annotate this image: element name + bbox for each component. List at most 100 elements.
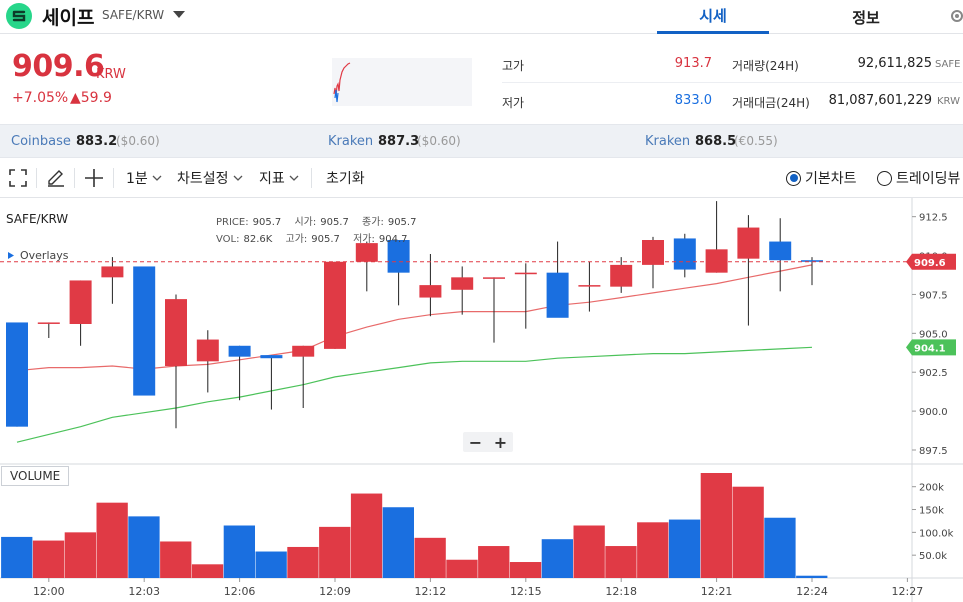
candle-body: [419, 285, 442, 298]
exchange-name[interactable]: Coinbase: [11, 134, 71, 149]
candle-body: [228, 345, 251, 357]
legend-vol: 82.6K: [243, 234, 273, 245]
gear-icon[interactable]: [947, 5, 963, 27]
time-tick-label: 12:18: [605, 585, 637, 598]
tradingview-radio[interactable]: 트레이딩뷰: [877, 168, 960, 188]
chart-settings-label: 차트설정: [177, 171, 229, 187]
volume-bar: [541, 539, 573, 578]
time-tick-label: 12:00: [33, 585, 65, 598]
legend-high: 905.7: [311, 234, 340, 245]
volume-tick-label: 100.0k: [919, 528, 954, 539]
candle-body: [578, 285, 601, 287]
sparkline-chart: [332, 58, 472, 106]
volume-24h-value: 92,611,825: [857, 56, 932, 71]
volume-bar: [478, 546, 510, 578]
price-tick-label: 900.0: [919, 407, 948, 418]
price-chart[interactable]: 912.5910.0907.5905.0902.5900.0897.5200k1…: [0, 198, 963, 602]
volume-bar: [668, 519, 701, 578]
change-percent: +7.05%: [12, 90, 69, 106]
volume-bar: [382, 507, 414, 578]
time-tick-label: 12:21: [701, 585, 733, 598]
volume-tick-label: 200k: [919, 483, 944, 494]
legend-open-label: 시가:: [294, 217, 317, 228]
legend-pair: SAFE/KRW: [6, 212, 69, 226]
overlays-label: Overlays: [20, 249, 69, 262]
candle-body: [292, 345, 315, 357]
low-value: 833.0: [674, 93, 712, 108]
legend-low-label: 저가:: [353, 234, 375, 245]
exchange-price: 887.3: [378, 134, 420, 149]
volume-tick-label: 50.0k: [919, 551, 947, 562]
volume-bar: [637, 522, 669, 578]
volume-bar: [700, 473, 732, 578]
tab-market[interactable]: 시세: [657, 0, 769, 34]
zoom-in-button[interactable]: +: [488, 432, 513, 452]
toolbar-divider: [36, 168, 37, 188]
volume-bar: [128, 516, 160, 578]
exchange-diff: ($0.60): [417, 134, 461, 148]
crosshair-icon[interactable]: [83, 167, 105, 189]
volume-bar: [350, 493, 383, 578]
candle-body: [260, 355, 283, 359]
candle-body: [101, 266, 124, 278]
legend-low: 904.7: [378, 234, 408, 245]
legend-price: 905.7: [252, 217, 282, 228]
candle-body: [514, 272, 537, 275]
tab-info[interactable]: 정보: [810, 0, 922, 34]
volume-bar: [32, 540, 65, 578]
candle-body: [451, 277, 474, 290]
exchange-diff: ($0.60): [116, 134, 160, 148]
interval-label: 1분: [126, 171, 148, 187]
volume-tick-label: 150k: [919, 506, 944, 517]
indicators-dropdown[interactable]: 지표: [259, 168, 299, 188]
exchange-name[interactable]: Kraken: [645, 134, 690, 149]
low-label: 저가: [502, 96, 525, 110]
change-amount: ▲59.9: [70, 90, 112, 106]
volume-bar: [414, 537, 446, 578]
volume-bar: [255, 551, 287, 578]
pencil-icon[interactable]: [45, 167, 67, 189]
legend-open: 905.7: [320, 217, 349, 228]
candle-body: [324, 261, 346, 349]
interval-dropdown[interactable]: 1분: [126, 168, 162, 188]
radio-unselected-icon: [877, 170, 892, 186]
exchange-price: 868.5: [695, 134, 737, 149]
volume-bar: [287, 546, 319, 578]
price-tick-label: 905.0: [919, 329, 948, 340]
overlays-toggle[interactable]: Overlays: [7, 249, 69, 262]
legend-high-label: 고가:: [285, 234, 308, 245]
volume-bar: [732, 486, 764, 578]
value-24h-unit: KRW: [937, 96, 960, 107]
volume-bar: [605, 546, 637, 578]
volume-bar: [573, 525, 605, 578]
zoom-out-button[interactable]: −: [463, 432, 488, 452]
pair-dropdown-icon[interactable]: [172, 10, 186, 20]
volume-bar: [191, 564, 224, 578]
candle-body: [610, 264, 633, 287]
exchange-name[interactable]: Kraken: [328, 134, 373, 149]
volume-bar: [796, 575, 828, 578]
fullscreen-icon[interactable]: [7, 167, 29, 189]
candle-body: [705, 249, 728, 273]
candle-body: [69, 280, 92, 324]
ma-slow-label: 904.1: [914, 343, 946, 354]
chart-settings-dropdown[interactable]: 차트설정: [177, 168, 243, 188]
coin-name: 세이프: [42, 7, 95, 29]
price-tick-label: 907.5: [919, 290, 948, 301]
price-tick-label: 902.5: [919, 368, 948, 379]
exchange-price-strip: Coinbase 883.2 ($0.60) Kraken 887.3 ($0.…: [0, 124, 963, 158]
candle-body: [642, 240, 664, 265]
indicators-label: 지표: [259, 171, 285, 187]
coin-pair: SAFE/KRW: [102, 8, 165, 22]
candle-body: [6, 322, 28, 427]
basic-chart-radio[interactable]: 기본차트: [786, 168, 857, 188]
tradingview-label: 트레이딩뷰: [896, 171, 961, 187]
volume-pane-label: VOLUME: [1, 466, 70, 486]
volume-bar: [764, 517, 796, 578]
chart-toolbar: 1분 차트설정 지표 초기화 기본차트 트레이딩뷰: [0, 158, 963, 198]
legend-close: 905.7: [387, 217, 417, 228]
volume-bar: [319, 526, 351, 578]
toolbar-divider: [74, 168, 75, 188]
candle-body: [196, 339, 219, 362]
reset-button[interactable]: 초기화: [326, 168, 365, 188]
